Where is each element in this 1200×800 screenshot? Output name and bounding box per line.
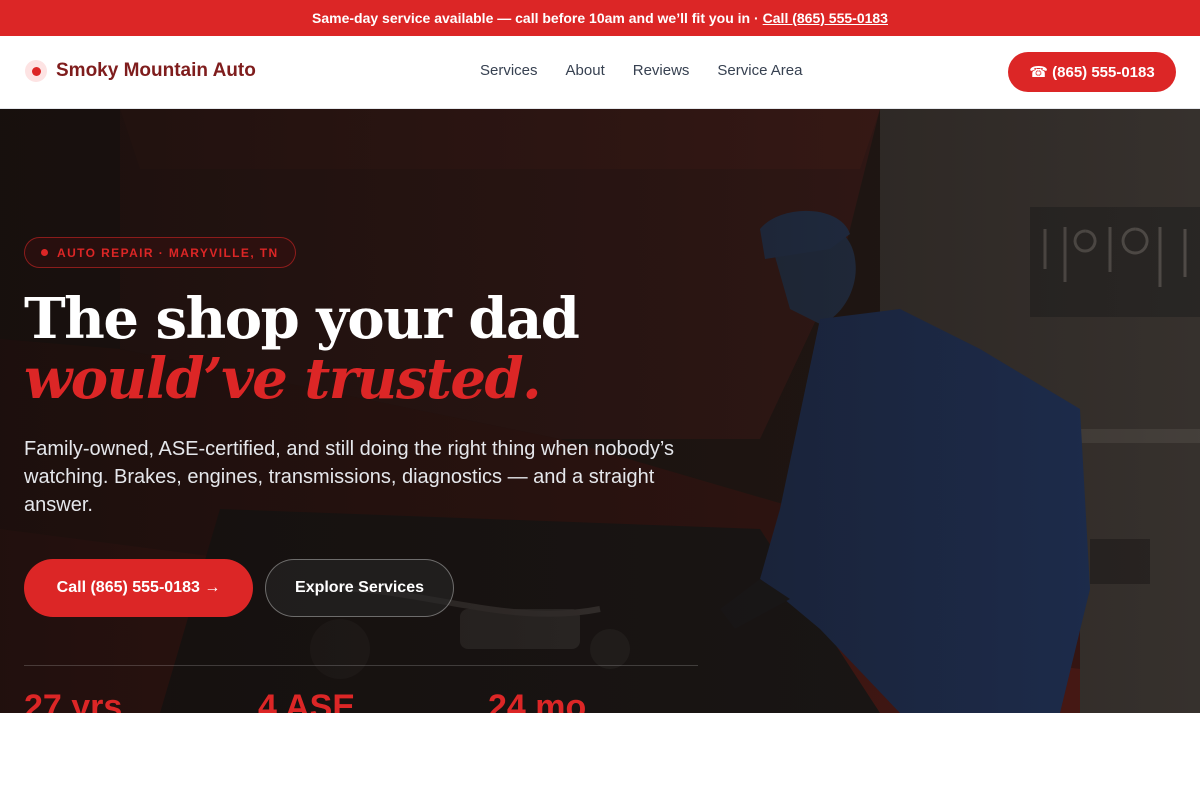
stat-years: 27 yrs	[24, 688, 123, 713]
hero-call-button[interactable]: Call (865) 555-0183 →	[24, 559, 253, 617]
brand-name: Smoky Mountain Auto	[56, 60, 256, 81]
badge-dot-icon	[41, 249, 48, 256]
announcement-bar: Same-day service available — call before…	[0, 0, 1200, 36]
nav-link-services[interactable]: Services	[480, 62, 538, 79]
hero-title-accent: would’ve trusted.	[24, 346, 542, 412]
hero-divider	[24, 665, 698, 666]
stat-ase: 4 ASE	[258, 688, 356, 713]
hero-title-plain: The shop your dad	[24, 286, 580, 352]
brand-dot-icon	[25, 60, 47, 82]
site-header: Smoky Mountain Auto Services About Revie…	[0, 36, 1200, 109]
explore-services-button[interactable]: Explore Services	[265, 559, 454, 617]
hero-subtitle: Family-owned, ASE-certified, and still d…	[24, 438, 674, 516]
brand-logo[interactable]: Smoky Mountain Auto	[25, 60, 256, 82]
announcement-call-link[interactable]: Call (865) 555-0183	[763, 10, 888, 26]
header-call-button[interactable]: ☎ (865) 555-0183	[1008, 52, 1176, 92]
hero-section: AUTO REPAIR · MARYVILLE, TN The shop you…	[0, 109, 1200, 713]
hero-title: The shop your dad would’ve trusted.	[24, 289, 844, 409]
nav-link-reviews[interactable]: Reviews	[633, 62, 690, 79]
announcement-text: Same-day service available — call before…	[312, 10, 759, 26]
stat-warranty: 24 mo	[488, 688, 587, 713]
nav-link-service-area[interactable]: Service Area	[717, 62, 802, 79]
main-nav: Services About Reviews Service Area	[480, 62, 830, 79]
badge-text: AUTO REPAIR · MARYVILLE, TN	[57, 245, 279, 260]
nav-link-about[interactable]: About	[566, 62, 605, 79]
location-badge: AUTO REPAIR · MARYVILLE, TN	[24, 237, 296, 268]
